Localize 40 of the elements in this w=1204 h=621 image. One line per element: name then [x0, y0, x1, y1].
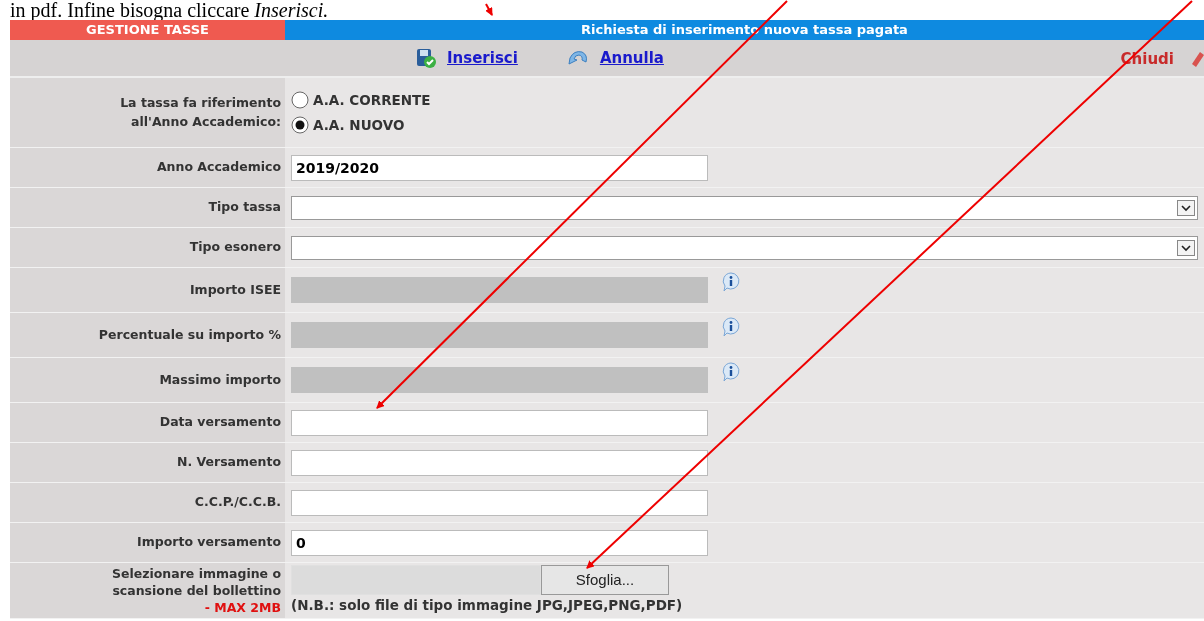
info-icon [720, 316, 742, 338]
radio-label: A.A. NUOVO [313, 115, 405, 135]
text-field[interactable]: 0 [291, 529, 708, 556]
file-type-note: (N.B.: solo file di tipo immagine JPG,JPEG,PNG,PDF) [291, 596, 683, 616]
field-label: Massimo importo [159, 370, 281, 389]
size-limit-label: - MAX 2MB [204, 599, 281, 616]
text-field[interactable] [291, 449, 708, 476]
field-label: Data versamento [159, 413, 281, 432]
field-label: Anno Accademico [156, 158, 281, 177]
form-title: Richiesta di inserimento nuova tassa pagata [285, 20, 1204, 40]
section-title: GESTIONE TASSE [10, 20, 285, 40]
save-check-icon [415, 47, 437, 69]
field-label: Importo versamento [137, 533, 281, 552]
undo-icon [565, 48, 590, 68]
browse-button[interactable]: Sfoglia... [541, 565, 669, 596]
dropdown[interactable] [291, 235, 1198, 260]
file-path-field[interactable] [291, 565, 541, 596]
field-label: Tipo tassa [208, 198, 281, 217]
text-field[interactable] [291, 489, 708, 516]
dropdown[interactable] [291, 195, 1198, 220]
radio-label: A.A. CORRENTE [313, 91, 431, 111]
info-icon [720, 271, 742, 293]
chevron-down-icon [1177, 199, 1195, 216]
field-label: N. Versamento [176, 453, 281, 472]
save-button[interactable]: Inserisci [415, 46, 518, 70]
chevron-down-icon [1177, 239, 1195, 256]
field-label: La tassa fa riferimento all'Anno Accademico: [119, 93, 281, 131]
text-field[interactable] [291, 409, 708, 436]
eraser-icon [1190, 50, 1204, 68]
field-label: Percentuale su importo % [98, 325, 281, 344]
radio-button[interactable] [291, 91, 309, 110]
info-icon [720, 361, 742, 383]
field-label: Tipo esonero [189, 238, 281, 257]
field-label: Selezionare immagine o scansione del bollettino [110, 565, 281, 599]
undo-button[interactable]: Annulla [565, 46, 664, 70]
radio-button[interactable] [291, 115, 309, 134]
document-text: in pdf. Infine bisogna cliccare Inserisci. [10, 0, 329, 20]
text-field[interactable]: 2019/2020 [291, 154, 708, 181]
field-label: C.C.P./C.C.B. [194, 493, 281, 512]
field-label: Importo ISEE [189, 280, 281, 299]
